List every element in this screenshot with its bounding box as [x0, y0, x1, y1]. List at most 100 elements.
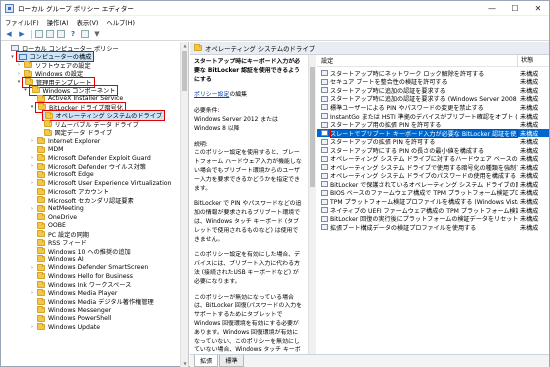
setting-row[interactable]: BitLocker で保護されているオペレーティング システム ドライブの回復.…	[317, 180, 549, 189]
tree-item[interactable]: › Windows Media Player	[29, 289, 119, 297]
policy-setting-icon	[321, 78, 328, 85]
tree-item[interactable]: リムーバブル データ ドライブ	[36, 120, 141, 129]
setting-row[interactable]: セキュア ブートを整合性の検証を許可する 未構成	[317, 78, 549, 86]
setting-row[interactable]: オペレーティング システム ドライブのパスワードの使用を構成する 未構成	[317, 172, 549, 180]
tree-item[interactable]: Windows PowerShell	[29, 314, 113, 322]
setting-row[interactable]: スタートアップ時に追加の認証を要求する (Windows Server 2008…	[317, 95, 549, 103]
policy-title: スタートアップ時にキーボード入力が必要な BitLocker 認証を使用できるよ…	[194, 59, 301, 83]
tab-extended[interactable]: 拡張	[194, 355, 219, 367]
folder-icon	[31, 86, 40, 94]
tree-item[interactable]: MDM	[29, 145, 65, 153]
menu-view[interactable]: 表示(V)	[73, 18, 103, 27]
scroll-thumb[interactable]	[310, 67, 315, 187]
setting-row[interactable]: 標準ユーザーによる PIN やパスワードの変更を禁止する 未構成	[317, 103, 549, 112]
tree-item[interactable]: › ソフトウェアの設定	[16, 61, 93, 70]
tree-item[interactable]: OneDrive	[29, 213, 79, 221]
policy-setting-icon	[321, 138, 328, 145]
tree-item[interactable]: ▾ コンピューターの構成	[10, 51, 95, 63]
tree-item[interactable]: › Windows Update	[29, 323, 102, 331]
computer-icon	[18, 53, 27, 60]
tree-item[interactable]: Windows 10 への推奨の追加	[29, 247, 133, 256]
folder-icon	[37, 306, 45, 314]
tree-item-label: Windows Media デジタル著作権管理	[48, 299, 154, 307]
filter-icon[interactable]: ▼	[92, 29, 102, 39]
tree-item[interactable]: PC 設定の同期	[29, 230, 91, 239]
tree-item[interactable]: ▾ Windows コンポーネント	[23, 84, 119, 96]
setting-row[interactable]: スタートアップの拡張 PIN を許可する 未構成	[317, 137, 549, 146]
setting-row[interactable]: スタートアップ時にする PIN の長さの最小値を構成する 未構成	[317, 146, 549, 155]
tree-item[interactable]: Windows Messenger	[29, 306, 113, 314]
tree-item-label: NetMeeting	[48, 205, 84, 213]
setting-row[interactable]: InstantGo または HSTI 準拠のデバイスがブリブート確認をオプト (…	[317, 112, 549, 121]
edit-policy-link[interactable]: ポリシー設定	[194, 92, 229, 98]
setting-row[interactable]: TPM プラットフォーム検証プロファイルを構成する (Windows Vista…	[317, 197, 549, 206]
edit-policy-suffix: の編集	[229, 92, 248, 99]
setting-row[interactable]: BitLocker 回復の実行後にプラットフォームの検証データをリセットする 未構…	[317, 214, 549, 223]
tab-standard[interactable]: 標準	[219, 355, 244, 367]
scroll-thumb[interactable]	[182, 51, 187, 91]
description-scrollbar[interactable]	[308, 55, 316, 355]
properties-icon[interactable]	[46, 30, 54, 38]
setting-row[interactable]: スタートアップ用の拡張 PIN を許可する 未構成	[317, 120, 549, 129]
setting-row[interactable]: 拡張ブート構成データの検証プロファイルを使用する 未構成	[317, 223, 549, 232]
tree-item[interactable]: Microsoft セカンダリ認証要素	[29, 196, 136, 205]
tree-item[interactable]: Windows AI	[29, 255, 86, 263]
setting-row[interactable]: ネイティブの UEFI ファームウェア構成の TPM プラットフォーム検証プロ.…	[317, 206, 549, 215]
export-list-icon[interactable]	[57, 30, 65, 38]
setting-row[interactable]: スレートでブリブート キーボード入力が必要な BitLocker 認証を使用..…	[317, 128, 549, 138]
tree-item[interactable]: › Internet Explorer	[29, 137, 102, 145]
folder-icon	[37, 137, 45, 145]
tree-item[interactable]: RSS フィード	[29, 238, 89, 247]
tree-item-label: Windows Defender SmartScreen	[48, 264, 149, 272]
tree-item[interactable]: Microsoft Edge	[29, 170, 96, 179]
policy-setting-icon	[321, 87, 328, 94]
policy-setting-icon	[321, 164, 328, 171]
close-button[interactable]: ✕	[527, 1, 549, 16]
help-icon[interactable]: ?	[68, 29, 78, 39]
menu-help[interactable]: ヘルプ(H)	[102, 18, 139, 27]
folder-icon	[37, 221, 45, 229]
tree-item[interactable]: › Microsoft Defender Exploit Guard	[29, 154, 153, 162]
toolbar-separator	[31, 29, 32, 39]
setting-row[interactable]: スタートアップ時に追加の認証を要求する 未構成	[317, 86, 549, 95]
setting-row[interactable]: オペレーティング システム ドライブで使用する暗号化の種類を強制する 未構成	[317, 163, 549, 172]
tree-item[interactable]: › Microsoft Defender ウイルス対策	[29, 162, 148, 171]
policy-setting-icon	[321, 207, 328, 214]
show-hide-tree-icon[interactable]	[35, 30, 43, 38]
tree-item[interactable]: › NetMeeting	[29, 204, 86, 213]
tree-item[interactable]: Microsoft アカウント	[29, 187, 111, 196]
forward-arrow-icon[interactable]: ▶	[17, 29, 27, 39]
policy-setting-icon	[321, 70, 328, 77]
tree-item[interactable]: Windows Ink ワークスペース	[29, 280, 133, 289]
tree-item[interactable]: Windows Media デジタル著作権管理	[29, 297, 156, 307]
menu-action[interactable]: 操作(A)	[43, 18, 73, 27]
column-header-setting[interactable]: 設定	[321, 56, 333, 65]
folder-icon	[44, 111, 53, 119]
folder-icon	[37, 255, 45, 263]
tree-item[interactable]: 固定データ ドライブ	[36, 128, 115, 137]
scroll-down-icon[interactable]: ▼	[181, 360, 188, 367]
setting-row[interactable]: オペレーティング システム ドライブに対するハードウェア ベースの暗号... 未構…	[317, 155, 549, 163]
tree-item[interactable]: OOBE	[29, 221, 68, 229]
setting-state: 未構成	[520, 224, 539, 232]
tree-item-label: Internet Explorer	[48, 137, 101, 145]
maximize-button[interactable]: ☐	[504, 1, 526, 16]
details-icon[interactable]	[81, 30, 89, 38]
scroll-up-icon[interactable]: ▲	[181, 42, 188, 50]
setting-row[interactable]: BIOS ベースのファームウェア構成で TPM プラットフォーム検証プロファ..…	[317, 189, 549, 197]
column-header-state[interactable]: 状態	[517, 55, 533, 67]
tree-item[interactable]: › Windows Defender SmartScreen	[29, 263, 150, 272]
tree-item[interactable]: Windows Hello for Business	[29, 272, 135, 280]
menu-file[interactable]: ファイル(F)	[1, 18, 43, 27]
tree-item[interactable]: オペレーティング システムのドライブ	[36, 110, 166, 122]
tree-item-label: Windows コンポーネント	[42, 87, 116, 95]
tree-item[interactable]: › Microsoft User Experience Virtualizatio…	[29, 179, 174, 187]
policy-setting-icon	[321, 113, 328, 119]
minimize-button[interactable]: —	[481, 1, 503, 16]
back-arrow-icon[interactable]: ◀	[4, 29, 14, 39]
folder-icon	[37, 170, 45, 178]
requirements-label: 必要条件:	[194, 108, 220, 115]
setting-row[interactable]: スタートアップ時にネットワーク ロック解除を許可する 未構成	[317, 69, 549, 78]
tree-scrollbar[interactable]: ▲ ▼	[180, 42, 188, 367]
tree-item-label: Windows Media Player	[48, 289, 118, 297]
